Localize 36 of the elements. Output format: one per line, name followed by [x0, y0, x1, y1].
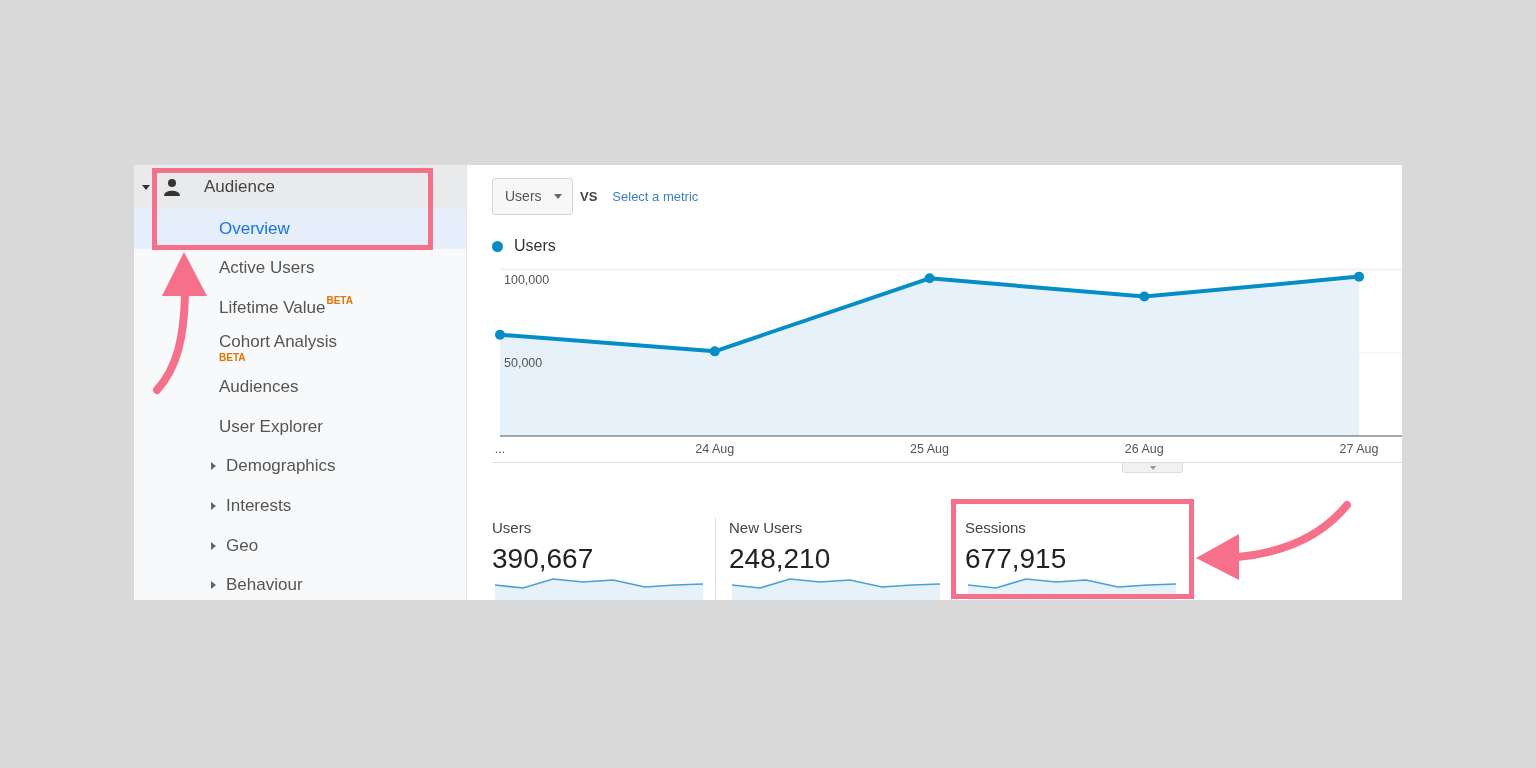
nav-item[interactable]: Interests: [134, 486, 466, 526]
vs-label: VS: [580, 187, 598, 206]
metric-dropdown[interactable]: Users: [492, 178, 573, 215]
x-axis-label: 24 Aug: [695, 442, 735, 456]
nav-item[interactable]: User Explorer: [134, 406, 466, 447]
nav-item[interactable]: Behaviour: [134, 565, 466, 600]
data-point: [709, 346, 720, 357]
nav-item[interactable]: Geo: [134, 525, 466, 566]
metric-label: New Users: [729, 518, 804, 538]
metric-value: 390,667: [492, 543, 595, 575]
metric-label: Sessions: [965, 518, 1027, 538]
metric-label: Users: [492, 518, 533, 538]
beta-label: BETA: [326, 295, 353, 308]
collapse-handle[interactable]: [1122, 463, 1183, 473]
data-point: [1354, 271, 1365, 282]
y-axis-label: 50,000: [504, 356, 543, 370]
metric-value: 677,915: [965, 543, 1068, 575]
person-icon: [163, 178, 181, 196]
select-metric-link[interactable]: Select a metric: [612, 186, 699, 207]
nav-item[interactable]: Demographics: [134, 446, 466, 487]
x-axis-label: 26 Aug: [1124, 442, 1164, 456]
nav-item[interactable]: Active Users: [134, 248, 466, 289]
data-point: [924, 273, 935, 284]
nav-item[interactable]: Cohort Analysis BETA: [134, 327, 466, 368]
data-point: [1139, 291, 1150, 302]
beta-label: BETA: [219, 352, 246, 364]
nav-item[interactable]: Audiences: [134, 367, 466, 407]
x-axis-label: 27 Aug: [1339, 442, 1379, 456]
caret-icon: [553, 194, 562, 199]
data-point: [495, 329, 505, 340]
x-axis-label: ...: [494, 442, 506, 456]
x-axis-label: 25 Aug: [910, 442, 949, 456]
metric-value: 248,210: [729, 543, 832, 575]
legend-label: Users: [514, 236, 556, 256]
caret-icon: [1148, 465, 1157, 470]
y-axis-label: 100,000: [504, 273, 550, 287]
